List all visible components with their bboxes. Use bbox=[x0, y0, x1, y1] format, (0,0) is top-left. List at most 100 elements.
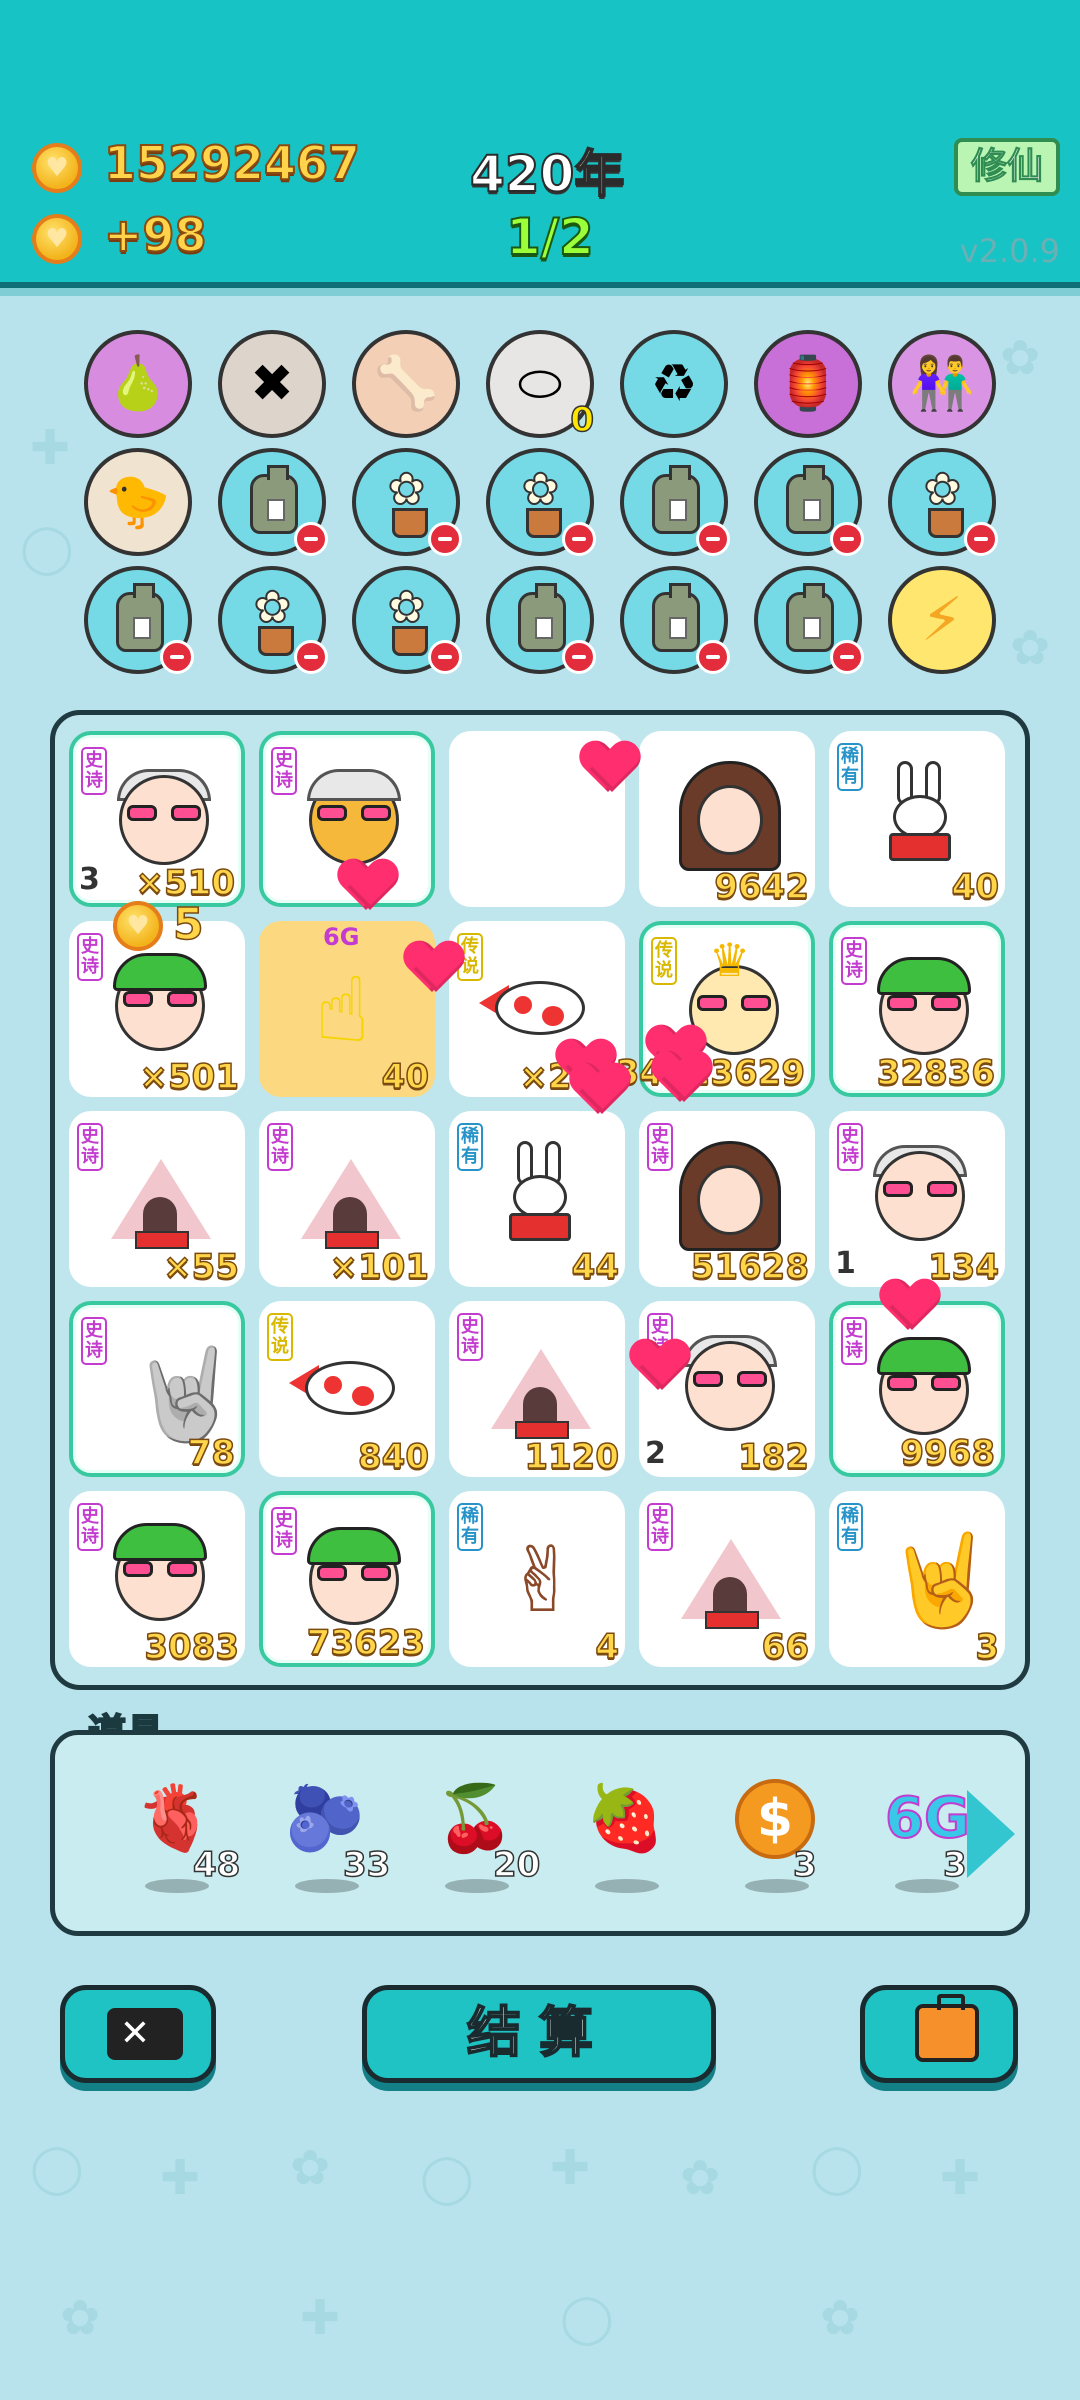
sack-shape bbox=[518, 583, 566, 652]
glasses bbox=[697, 995, 771, 1011]
tool-slot[interactable]: ✖ bbox=[218, 330, 326, 438]
minus-icon[interactable] bbox=[696, 522, 730, 556]
board-cell[interactable]: 史诗 1120 bbox=[449, 1301, 625, 1478]
board-cell[interactable]: 传说 840 bbox=[259, 1301, 435, 1478]
prop-item[interactable]: 6G 3 bbox=[865, 1779, 985, 1909]
board-cell[interactable]: 史诗 ×55 bbox=[69, 1111, 245, 1288]
tool-slot[interactable]: 🐤 bbox=[84, 448, 192, 556]
minus-icon[interactable] bbox=[428, 640, 462, 674]
tent-sign bbox=[705, 1611, 759, 1629]
tool-slot[interactable]: ✿ bbox=[486, 448, 596, 556]
remove-button[interactable] bbox=[60, 1985, 216, 2083]
bag-button[interactable] bbox=[860, 1985, 1018, 2083]
tool-slot[interactable] bbox=[218, 448, 328, 556]
tool-slot[interactable] bbox=[754, 566, 864, 674]
board-cell[interactable]: 史诗 ×501 5 bbox=[69, 898, 245, 1098]
background-pattern: ◯ bbox=[420, 2150, 474, 2206]
board-cell[interactable]: ✌ 稀有 4 bbox=[449, 1491, 625, 1668]
bonus-count: 5 bbox=[172, 898, 204, 951]
tool-slot[interactable] bbox=[486, 566, 596, 674]
board-cell[interactable]: 稀有 44 bbox=[449, 1111, 625, 1288]
green-hat-face-icon bbox=[869, 955, 979, 1065]
tool-slot[interactable]: ♻ bbox=[620, 330, 728, 438]
tool-slot[interactable]: 🦴 bbox=[352, 330, 460, 438]
glasses bbox=[887, 995, 961, 1011]
tool-slot[interactable]: ✿ bbox=[888, 448, 998, 556]
minus-icon[interactable] bbox=[294, 640, 328, 674]
face bbox=[697, 785, 763, 855]
sack-shape bbox=[250, 465, 298, 534]
minus-icon[interactable] bbox=[160, 640, 194, 674]
tool-slot[interactable]: ⬭ 0 bbox=[486, 330, 595, 441]
girl-face-icon bbox=[675, 1141, 785, 1251]
pot-shape bbox=[392, 626, 428, 656]
rabbit-icon bbox=[865, 761, 975, 871]
board-cell[interactable]: 史诗 32836 bbox=[829, 921, 1005, 1097]
background-pattern: ✿ bbox=[820, 2290, 861, 2346]
board-cell[interactable]: 9642 bbox=[639, 731, 815, 908]
glasses bbox=[317, 805, 391, 821]
background-pattern: ✚ bbox=[550, 2140, 591, 2196]
tent-icon bbox=[485, 1331, 595, 1441]
rarity-tag: 史诗 bbox=[81, 1317, 107, 1365]
prop-item[interactable]: 🍒 20 bbox=[415, 1779, 541, 1909]
minus-icon[interactable] bbox=[428, 522, 462, 556]
board-cell[interactable]: 🤘 稀有 3 bbox=[829, 1491, 1005, 1668]
pot-shape bbox=[258, 626, 294, 656]
board-cell[interactable]: 史诗 51628 bbox=[639, 1111, 815, 1288]
prop-item[interactable]: 🫐 33 bbox=[265, 1779, 391, 1909]
minus-icon[interactable] bbox=[696, 640, 730, 674]
board-cell[interactable]: 🤘 史诗 78 bbox=[69, 1301, 245, 1477]
minus-icon[interactable] bbox=[964, 522, 998, 556]
minus-icon[interactable] bbox=[830, 522, 864, 556]
tool-slot[interactable] bbox=[620, 566, 730, 674]
item-count: 9968 bbox=[900, 1432, 996, 1474]
minus-icon[interactable] bbox=[562, 522, 596, 556]
settle-button[interactable]: 结算 bbox=[362, 1985, 716, 2083]
rarity-tag: 史诗 bbox=[271, 1507, 297, 1555]
prop-item[interactable]: 🫀 48 bbox=[115, 1779, 241, 1909]
tool-slot[interactable] bbox=[754, 448, 864, 556]
rabbit-icon bbox=[485, 1141, 595, 1251]
minus-icon[interactable] bbox=[830, 640, 864, 674]
delete-tag-icon bbox=[107, 2008, 183, 2060]
tool-slot[interactable]: 🍐 bbox=[84, 330, 192, 438]
board-cell[interactable]: 史诗 66 bbox=[639, 1491, 815, 1668]
prop-item[interactable]: 🍓 bbox=[565, 1779, 685, 1909]
stage-progress: 1/2 bbox=[505, 207, 595, 267]
cultivate-button[interactable]: 修仙 bbox=[954, 138, 1060, 196]
dog-bowl-icon: 🦴 bbox=[373, 354, 439, 414]
glasses bbox=[127, 805, 201, 821]
item-count: 3083 bbox=[144, 1626, 240, 1668]
minus-icon[interactable] bbox=[294, 522, 328, 556]
item-count: 1120 bbox=[524, 1436, 620, 1478]
board-cell[interactable]: 史诗 3083 bbox=[69, 1491, 245, 1668]
coin-icon bbox=[32, 143, 82, 193]
tool-slot[interactable]: 👫 bbox=[888, 330, 996, 438]
tool-slot[interactable]: ✿ bbox=[352, 448, 462, 556]
tool-slot[interactable]: ✿ bbox=[352, 566, 462, 674]
board-cell[interactable]: 史诗 134 1 bbox=[829, 1111, 1005, 1288]
board-cell[interactable]: 史诗 ×101 bbox=[259, 1111, 435, 1288]
board-cell[interactable]: 史诗 73623 bbox=[259, 1491, 435, 1667]
item-count: ×510 bbox=[135, 862, 236, 904]
tool-slot[interactable]: ⚡ bbox=[888, 566, 996, 674]
tool-slot[interactable] bbox=[84, 566, 194, 674]
prop-count: 33 bbox=[342, 1844, 391, 1886]
couple-icon: 👫 bbox=[909, 354, 975, 414]
tool-slot[interactable] bbox=[620, 448, 730, 556]
background-pattern: ✚ bbox=[30, 420, 71, 476]
rarity-tag: 稀有 bbox=[837, 743, 863, 791]
tool-slot[interactable]: ✿ bbox=[218, 566, 328, 674]
prop-item[interactable]: $3 bbox=[715, 1779, 835, 1909]
glasses bbox=[693, 1371, 767, 1387]
board-cell[interactable]: 史诗 ×510 3 bbox=[69, 731, 245, 907]
minus-icon[interactable] bbox=[562, 640, 596, 674]
coin-icon bbox=[113, 901, 163, 951]
item-count: 840 bbox=[357, 1436, 429, 1478]
prop-count: 3 bbox=[942, 1844, 967, 1886]
tool-slot[interactable]: 🏮 bbox=[754, 330, 862, 438]
heart-icon bbox=[404, 942, 464, 998]
background-pattern: ✿ bbox=[60, 2290, 101, 2346]
board-cell[interactable]: 稀有 40 bbox=[829, 731, 1005, 908]
